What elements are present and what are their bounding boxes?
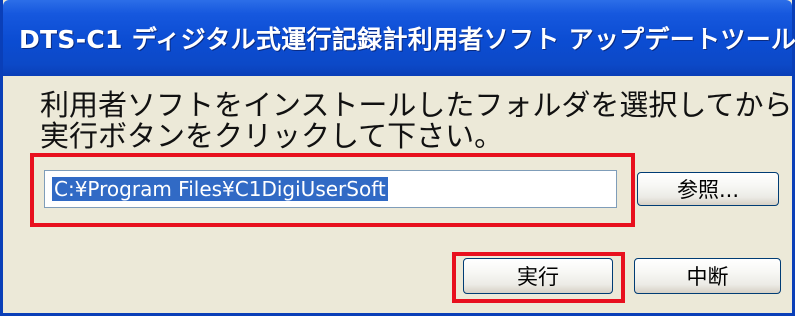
browse-button[interactable]: 参照... [637, 172, 779, 206]
run-button[interactable]: 実行 [463, 258, 613, 294]
folder-path-value: C:¥Program Files¥C1DigiUserSoft [52, 177, 388, 201]
folder-path-input[interactable]: C:¥Program Files¥C1DigiUserSoft [44, 170, 617, 208]
instruction-text: 利用者ソフトをインストールしたフォルダを選択してから 実行ボタンをクリックして下… [40, 88, 793, 153]
window-title: DTS-C1 ディジタル式運行記録計利用者ソフト アップデートツール [19, 25, 795, 54]
dialog-window: DTS-C1 ディジタル式運行記録計利用者ソフト アップデートツール 利用者ソフ… [0, 0, 795, 316]
instruction-line-1: 利用者ソフトをインストールしたフォルダを選択してから [40, 88, 793, 122]
cancel-button[interactable]: 中断 [634, 258, 781, 294]
instruction-line-2: 実行ボタンをクリックして下さい。 [40, 119, 504, 153]
title-bar[interactable]: DTS-C1 ディジタル式運行記録計利用者ソフト アップデートツール [3, 0, 795, 76]
